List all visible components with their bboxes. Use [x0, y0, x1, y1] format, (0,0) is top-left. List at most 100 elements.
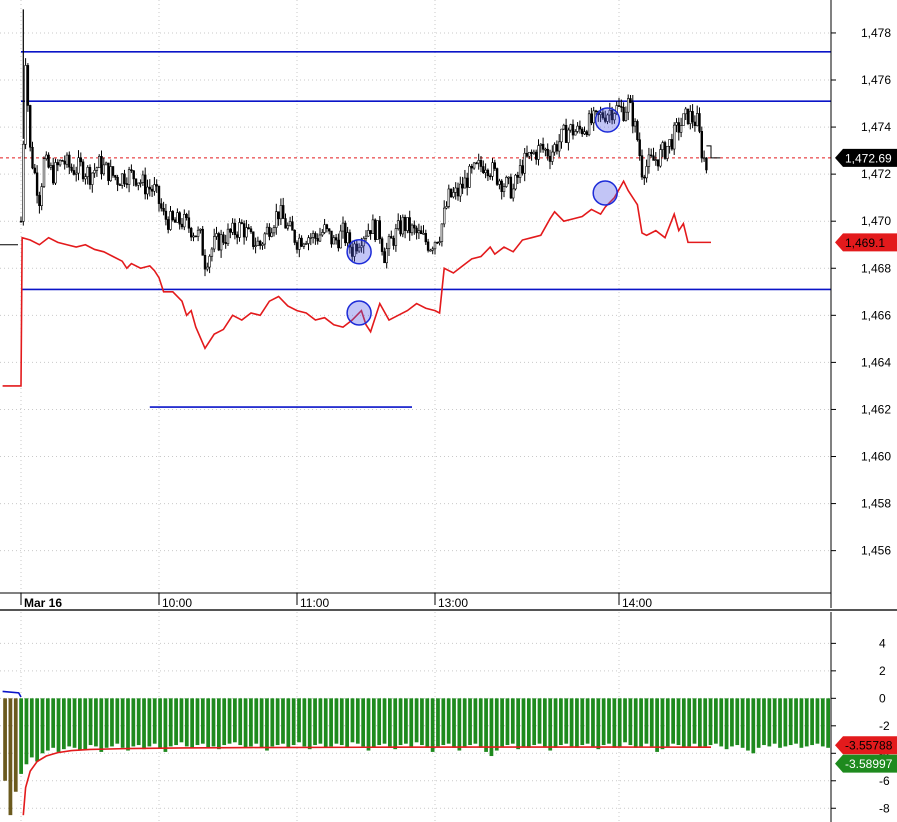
- candle-body: [440, 223, 444, 242]
- indicator-bar: [40, 698, 45, 754]
- candle-body: [233, 222, 237, 235]
- candle-body: [258, 240, 262, 246]
- candle-body: [445, 206, 448, 209]
- candle-body: [58, 160, 62, 166]
- candle-body: [461, 183, 464, 189]
- candle-body: [525, 152, 529, 157]
- candle-body: [153, 184, 156, 192]
- candle-body: [284, 218, 287, 229]
- indicator-y-tick-label: -2: [879, 719, 890, 733]
- candle-body: [28, 105, 32, 148]
- indicator-bar: [553, 698, 558, 748]
- candle-body: [576, 125, 579, 132]
- indicator-bar: [297, 698, 301, 743]
- indicator-bar: [660, 698, 665, 750]
- indicator-bar-tag-text: -3.58997: [845, 757, 893, 771]
- indicator-bar: [259, 698, 264, 748]
- candle-body: [387, 236, 391, 249]
- candle-body: [383, 251, 386, 264]
- candle-body: [245, 227, 248, 238]
- candle-body: [201, 228, 204, 256]
- candle-body: [555, 144, 559, 152]
- candle-body: [100, 156, 103, 175]
- indicator-bar: [772, 698, 777, 744]
- candle: [468, 164, 471, 188]
- candle-body: [224, 242, 227, 245]
- indicator-bar: [94, 698, 98, 747]
- indicator-bar: [676, 698, 681, 746]
- candle-body: [622, 106, 625, 121]
- indicator-bar: [815, 698, 820, 744]
- candle-body: [56, 162, 60, 166]
- candle-body: [682, 113, 685, 126]
- indicator-bar: [804, 698, 809, 747]
- candle-body: [72, 170, 76, 175]
- indicator-bar: [200, 698, 205, 744]
- candle-body: [659, 149, 662, 167]
- indicator-bar: [505, 698, 510, 746]
- candle-body: [675, 122, 678, 126]
- candle-body: [502, 186, 506, 193]
- candle-body: [514, 174, 517, 190]
- candle-body: [298, 237, 301, 250]
- candle-body: [691, 111, 694, 123]
- candle: [449, 188, 453, 198]
- indicator-bar: [462, 698, 467, 747]
- candle-body: [109, 166, 112, 181]
- candle-body: [452, 192, 455, 198]
- indicator-bar: [355, 698, 360, 744]
- candle-body: [337, 239, 340, 249]
- indicator-bar: [692, 698, 697, 744]
- candle-body: [236, 234, 239, 238]
- indicator-bar: [687, 698, 692, 747]
- candle-body: [137, 182, 140, 186]
- candle-body: [505, 177, 508, 187]
- indicator-y-tick-label: -6: [879, 774, 890, 788]
- indicator-bar: [762, 698, 766, 746]
- candle-body: [638, 139, 641, 157]
- indicator-bar: [607, 698, 611, 744]
- indicator-bar: [195, 698, 200, 746]
- candle-body: [88, 167, 92, 185]
- candle-body: [325, 224, 329, 230]
- indicator-bar: [703, 698, 708, 747]
- indicator-bar: [222, 698, 227, 746]
- indicator-bar: [51, 698, 56, 748]
- candle-body: [291, 221, 294, 231]
- candle: [252, 231, 255, 250]
- indicator-bar: [628, 698, 633, 746]
- candle-body: [252, 231, 255, 247]
- indicator-bar: [120, 698, 125, 748]
- indicator-bar: [778, 698, 782, 748]
- candle-body: [40, 186, 43, 206]
- candle-body: [401, 216, 404, 235]
- candle-body: [327, 228, 331, 232]
- candle-body: [304, 243, 308, 245]
- candle-body: [417, 230, 421, 234]
- indicator-bar: [575, 698, 579, 748]
- candle-body: [620, 106, 623, 108]
- candle-body: [344, 222, 347, 244]
- candle-body: [293, 229, 296, 243]
- candle: [42, 156, 46, 189]
- candle-body: [539, 143, 543, 146]
- candle: [376, 220, 379, 240]
- candle-body: [279, 205, 283, 220]
- candle-body: [488, 175, 492, 178]
- candle-body: [702, 157, 706, 160]
- indicator-bar: [388, 698, 392, 747]
- indicator-bar: [3, 698, 7, 781]
- candle-body: [45, 154, 48, 160]
- indicator-bar: [67, 698, 72, 747]
- x-tick-label: Mar 16: [24, 596, 62, 610]
- candle: [505, 175, 508, 188]
- indicator-bar: [494, 698, 499, 751]
- candle-body: [54, 162, 57, 184]
- candle-body: [167, 219, 170, 230]
- indicator-bar: [484, 698, 488, 752]
- candle: [26, 63, 30, 112]
- candle-body: [442, 207, 446, 225]
- candle-body: [33, 167, 37, 174]
- candle-body: [431, 248, 434, 251]
- indicator-bar: [564, 698, 569, 744]
